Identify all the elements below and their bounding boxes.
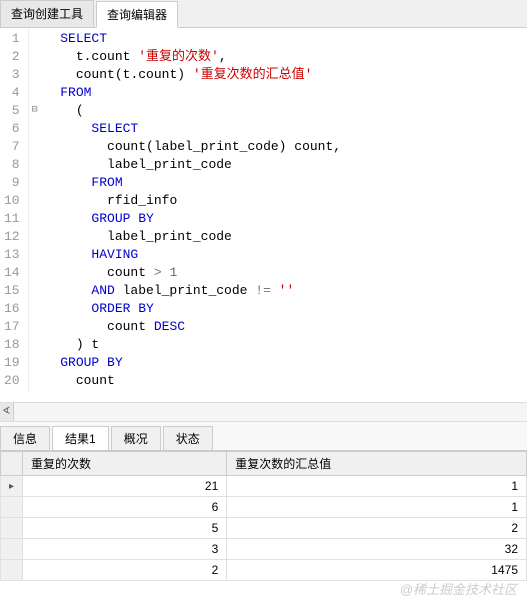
split-bar[interactable]: ∢: [0, 402, 527, 422]
line-number: 19: [4, 354, 20, 372]
line-number: 11: [4, 210, 20, 228]
cell[interactable]: 5: [23, 518, 227, 539]
line-number: 18: [4, 336, 20, 354]
line-number: 7: [4, 138, 20, 156]
line-number: 8: [4, 156, 20, 174]
tab-query-editor[interactable]: 查询编辑器: [96, 1, 178, 28]
code-line[interactable]: (: [45, 102, 523, 120]
fold-spacer: [29, 66, 41, 84]
code-line[interactable]: AND label_print_code != '': [45, 282, 523, 300]
fold-spacer: [29, 174, 41, 192]
line-number: 14: [4, 264, 20, 282]
cell[interactable]: 3: [23, 539, 227, 560]
fold-spacer: [29, 228, 41, 246]
fold-spacer: [29, 156, 41, 174]
line-number: 12: [4, 228, 20, 246]
cell[interactable]: 1: [227, 497, 527, 518]
fold-toggle-icon[interactable]: ⊟: [29, 102, 41, 120]
code-area[interactable]: SELECT t.count '重复的次数', count(t.count) '…: [41, 28, 527, 392]
cell[interactable]: 6: [23, 497, 227, 518]
code-line[interactable]: FROM: [45, 84, 523, 102]
code-line[interactable]: rfid_info: [45, 192, 523, 210]
line-number: 9: [4, 174, 20, 192]
line-number: 16: [4, 300, 20, 318]
fold-spacer: [29, 48, 41, 66]
row-marker: [1, 539, 23, 560]
fold-spacer: [29, 372, 41, 390]
fold-spacer: [29, 138, 41, 156]
cell[interactable]: 32: [227, 539, 527, 560]
code-line[interactable]: t.count '重复的次数',: [45, 48, 523, 66]
line-number: 6: [4, 120, 20, 138]
line-number: 1: [4, 30, 20, 48]
result-tabs: 信息 结果1 概况 状态: [0, 422, 527, 451]
cell[interactable]: 1: [227, 476, 527, 497]
fold-spacer: [29, 282, 41, 300]
table-row[interactable]: 52: [1, 518, 527, 539]
fold-spacer: [29, 354, 41, 372]
editor-tabs: 查询创建工具 查询编辑器: [0, 0, 527, 28]
table-row[interactable]: 61: [1, 497, 527, 518]
cell[interactable]: 2: [227, 518, 527, 539]
code-line[interactable]: count DESC: [45, 318, 523, 336]
table-row[interactable]: 21475: [1, 560, 527, 581]
code-line[interactable]: label_print_code: [45, 228, 523, 246]
column-header[interactable]: 重复的次数: [23, 452, 227, 476]
fold-spacer: [29, 300, 41, 318]
tab-result1[interactable]: 结果1: [52, 426, 109, 450]
cell[interactable]: 21: [23, 476, 227, 497]
line-number: 5: [4, 102, 20, 120]
line-number: 3: [4, 66, 20, 84]
watermark: @稀土掘金技术社区: [400, 579, 517, 598]
fold-column: ⊟: [29, 28, 41, 392]
fold-spacer: [29, 246, 41, 264]
code-line[interactable]: SELECT: [45, 30, 523, 48]
line-number: 17: [4, 318, 20, 336]
scroll-left-icon[interactable]: ∢: [0, 403, 14, 421]
code-line[interactable]: GROUP BY: [45, 210, 523, 228]
code-line[interactable]: HAVING: [45, 246, 523, 264]
line-number: 4: [4, 84, 20, 102]
fold-spacer: [29, 336, 41, 354]
fold-spacer: [29, 210, 41, 228]
cell[interactable]: 1475: [227, 560, 527, 581]
code-line[interactable]: label_print_code: [45, 156, 523, 174]
line-number: 2: [4, 48, 20, 66]
code-line[interactable]: ORDER BY: [45, 300, 523, 318]
tab-status[interactable]: 状态: [163, 426, 213, 450]
fold-spacer: [29, 84, 41, 102]
table-row[interactable]: 211: [1, 476, 527, 497]
fold-spacer: [29, 264, 41, 282]
line-number: 20: [4, 372, 20, 390]
tab-query-builder[interactable]: 查询创建工具: [0, 0, 94, 27]
line-gutter: 1234567891011121314151617181920: [0, 28, 29, 392]
tab-info[interactable]: 信息: [0, 426, 50, 450]
sql-editor[interactable]: 1234567891011121314151617181920 ⊟ SELECT…: [0, 28, 527, 392]
line-number: 15: [4, 282, 20, 300]
code-line[interactable]: count: [45, 372, 523, 390]
fold-spacer: [29, 318, 41, 336]
tab-profile[interactable]: 概况: [111, 426, 161, 450]
code-line[interactable]: count(label_print_code) count,: [45, 138, 523, 156]
fold-spacer: [29, 30, 41, 48]
line-number: 13: [4, 246, 20, 264]
cell[interactable]: 2: [23, 560, 227, 581]
code-line[interactable]: SELECT: [45, 120, 523, 138]
code-line[interactable]: count(t.count) '重复次数的汇总值': [45, 66, 523, 84]
column-header[interactable]: 重复次数的汇总值: [227, 452, 527, 476]
row-marker: [1, 476, 23, 497]
row-marker: [1, 497, 23, 518]
fold-spacer: [29, 192, 41, 210]
code-line[interactable]: GROUP BY: [45, 354, 523, 372]
line-number: 10: [4, 192, 20, 210]
row-header-blank: [1, 452, 23, 476]
code-line[interactable]: count > 1: [45, 264, 523, 282]
row-marker: [1, 518, 23, 539]
result-grid[interactable]: 重复的次数重复次数的汇总值 211615233221475: [0, 451, 527, 581]
table-row[interactable]: 332: [1, 539, 527, 560]
code-line[interactable]: FROM: [45, 174, 523, 192]
code-line[interactable]: ) t: [45, 336, 523, 354]
row-marker: [1, 560, 23, 581]
fold-spacer: [29, 120, 41, 138]
